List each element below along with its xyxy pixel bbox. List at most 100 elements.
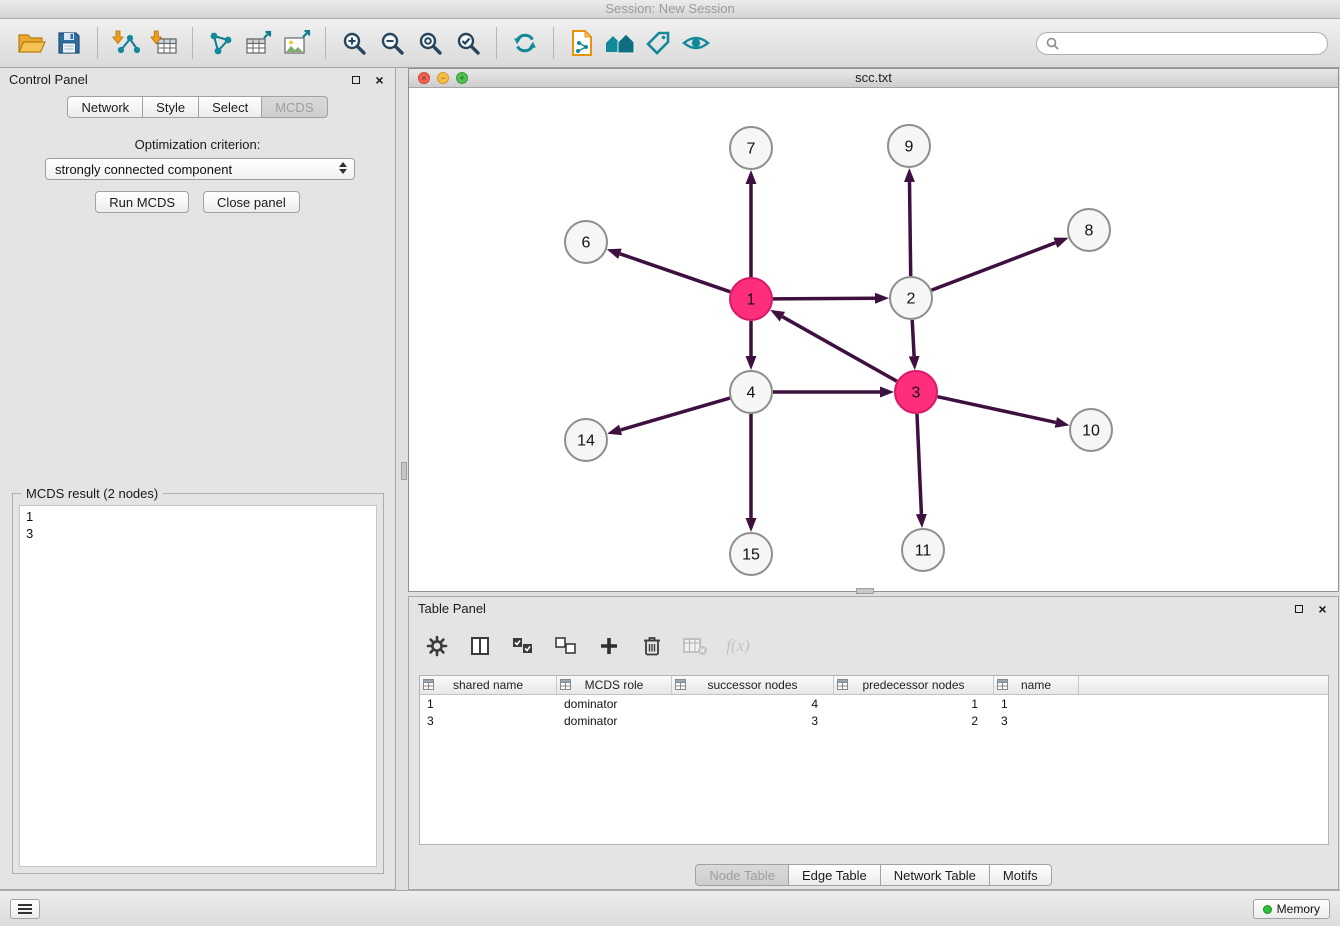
column-header-label: name: [1021, 678, 1051, 692]
show-hide-graphics-button[interactable]: [677, 23, 715, 63]
table-row[interactable]: 1dominator411: [420, 695, 1328, 712]
add-column-button[interactable]: [595, 632, 623, 660]
graph-edge-4-14[interactable]: [621, 398, 730, 430]
splitter-grip-horizontal[interactable]: [856, 588, 874, 594]
column-header-MCDS-role[interactable]: MCDS role: [557, 676, 672, 694]
network-window-titlebar[interactable]: × − + scc.txt: [409, 69, 1338, 88]
close-icon: ×: [1318, 603, 1326, 615]
table-tab-edge-table[interactable]: Edge Table: [789, 864, 881, 886]
table-tab-network-table[interactable]: Network Table: [881, 864, 990, 886]
graph-edge-3-11[interactable]: [917, 414, 921, 514]
table-settings-button[interactable]: [423, 632, 451, 660]
import-table-button[interactable]: [145, 23, 183, 63]
column-header-predecessor-nodes[interactable]: predecessor nodes: [834, 676, 994, 694]
close-table-panel-button[interactable]: ×: [1316, 603, 1329, 616]
graph-node-11[interactable]: 11: [902, 529, 944, 571]
graph-node-9[interactable]: 9: [888, 125, 930, 167]
network-canvas[interactable]: 7 9 6 8 1 2 4 3 14 10 15 11: [409, 88, 1338, 591]
zoom-fit-button[interactable]: [411, 23, 449, 63]
graph-node-8[interactable]: 8: [1068, 209, 1110, 251]
table-tab-motifs[interactable]: Motifs: [990, 864, 1052, 886]
delete-table-button[interactable]: [681, 632, 709, 660]
graph-edge-3-10[interactable]: [938, 397, 1056, 423]
column-header-label: successor nodes: [707, 678, 797, 692]
list-menu-icon: [18, 904, 32, 914]
import-network-icon: [112, 30, 140, 56]
home-button[interactable]: [601, 23, 639, 63]
graph-node-4[interactable]: 4: [730, 371, 772, 413]
apply-style-button[interactable]: [639, 23, 677, 63]
export-table-icon: [245, 30, 273, 56]
graph-node-6[interactable]: 6: [565, 221, 607, 263]
graph-node-3[interactable]: 3: [895, 371, 937, 413]
graph-edge-2-9[interactable]: [910, 182, 911, 276]
select-all-button[interactable]: [509, 632, 537, 660]
splitter-grip-vertical[interactable]: [401, 462, 407, 480]
import-network-button[interactable]: [107, 23, 145, 63]
column-type-icon: [423, 679, 434, 690]
graph-node-14[interactable]: 14: [565, 419, 607, 461]
delete-column-button[interactable]: [638, 632, 666, 660]
float-table-panel-button[interactable]: [1292, 603, 1305, 616]
graph-edge-3-1[interactable]: [782, 317, 896, 382]
zoom-in-button[interactable]: [335, 23, 373, 63]
graph-node-7[interactable]: 7: [730, 127, 772, 169]
column-type-icon: [997, 679, 1008, 690]
float-panel-button[interactable]: [349, 74, 362, 87]
control-panel-tabs: NetworkStyleSelectMCDS: [0, 96, 395, 118]
graph-edge-1-2[interactable]: [773, 298, 875, 299]
tab-mcds[interactable]: MCDS: [262, 96, 327, 118]
maximize-window-icon[interactable]: +: [456, 72, 468, 84]
application-window: Session: New Session: [0, 0, 1340, 926]
panel-menu-button[interactable]: [10, 899, 40, 919]
table-cell: dominator: [557, 714, 672, 728]
column-header-label: MCDS role: [585, 678, 644, 692]
table-panel-title: Table Panel: [418, 601, 486, 616]
mcds-result-group: MCDS result (2 nodes) 13: [12, 493, 384, 874]
graph-node-2[interactable]: 2: [890, 277, 932, 319]
tab-style[interactable]: Style: [143, 96, 199, 118]
graph-node-label: 15: [742, 547, 760, 564]
memory-button[interactable]: Memory: [1253, 899, 1330, 919]
tab-network[interactable]: Network: [67, 96, 143, 118]
zoom-selected-icon: [455, 30, 481, 56]
deselect-all-button[interactable]: [552, 632, 580, 660]
table-tab-node-table[interactable]: Node Table: [695, 864, 789, 886]
table-header-row: shared name MCDS role successor nodes prede…: [420, 676, 1328, 695]
tab-select[interactable]: Select: [199, 96, 262, 118]
graph-node-label: 3: [912, 385, 921, 402]
save-session-button[interactable]: [50, 23, 88, 63]
refresh-view-button[interactable]: [506, 23, 544, 63]
close-window-icon[interactable]: ×: [418, 72, 430, 84]
search-input[interactable]: [1064, 36, 1318, 50]
open-session-button[interactable]: [12, 23, 50, 63]
float-window-icon: [1295, 605, 1303, 613]
show-columns-button[interactable]: [466, 632, 494, 660]
zoom-out-button[interactable]: [373, 23, 411, 63]
close-mcds-panel-button[interactable]: Close panel: [203, 191, 300, 213]
graph-node-1[interactable]: 1: [730, 278, 772, 320]
status-bar: Memory: [0, 890, 1340, 926]
table-row[interactable]: 3dominator323: [420, 712, 1328, 729]
column-header-shared-name[interactable]: shared name: [420, 676, 557, 694]
search-box[interactable]: [1036, 32, 1328, 55]
minimize-window-icon[interactable]: −: [437, 72, 449, 84]
graph-node-15[interactable]: 15: [730, 533, 772, 575]
export-table-button[interactable]: [240, 23, 278, 63]
close-panel-button[interactable]: ×: [373, 74, 386, 87]
export-image-button[interactable]: [278, 23, 316, 63]
column-header-successor-nodes[interactable]: successor nodes: [672, 676, 834, 694]
graph-node-10[interactable]: 10: [1070, 409, 1112, 451]
run-mcds-button[interactable]: Run MCDS: [95, 191, 189, 213]
graph-edge-1-6[interactable]: [620, 254, 730, 292]
new-network-button[interactable]: [202, 23, 240, 63]
mcds-result-list[interactable]: 13: [19, 505, 377, 867]
table-cell: 3: [420, 714, 557, 728]
zoom-selected-button[interactable]: [449, 23, 487, 63]
graph-edge-2-8[interactable]: [932, 243, 1056, 290]
optimization-criterion-select[interactable]: strongly connected component: [45, 158, 355, 180]
function-builder-button[interactable]: f(x): [724, 632, 752, 660]
graph-edge-2-3[interactable]: [912, 320, 914, 356]
export-network-button[interactable]: [563, 23, 601, 63]
column-header-name[interactable]: name: [994, 676, 1079, 694]
